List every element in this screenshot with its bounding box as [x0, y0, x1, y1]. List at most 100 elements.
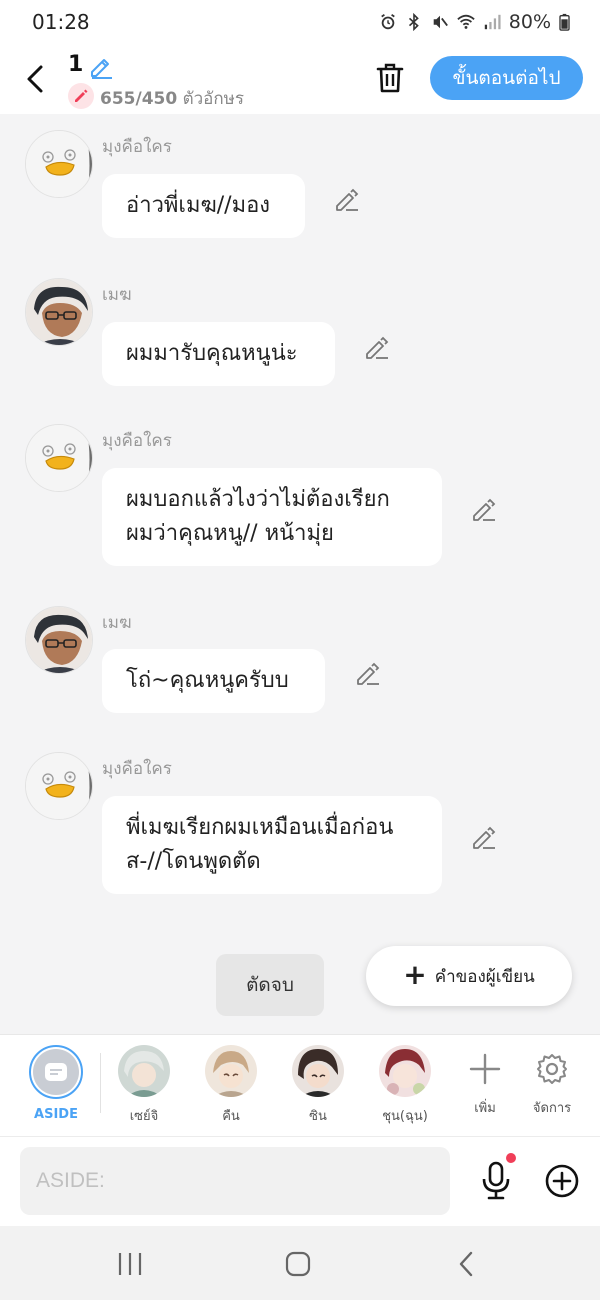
bird-avatar-icon [26, 131, 92, 197]
message-square-icon [45, 1063, 67, 1081]
tray-label: คืน [222, 1109, 240, 1124]
battery-percent: 80% [508, 11, 551, 33]
message-line: พี่เมฆเรียกผมเหมือนเมื่อก่อน [126, 815, 394, 840]
author-note-button[interactable]: + คำของผู้เขียน [366, 946, 572, 1006]
home-icon [285, 1251, 311, 1277]
edit-message-icon[interactable] [471, 824, 497, 850]
system-nav-bar [0, 1226, 600, 1300]
message-bubble[interactable]: โถ่~คุณหนูครับบ [102, 649, 325, 713]
author-note-label: คำของผู้เขียน [434, 966, 535, 987]
character-portrait-icon [379, 1045, 431, 1097]
battery-icon [559, 13, 570, 31]
speaker-name: มุงคือใคร [102, 137, 172, 157]
avatar-mek[interactable] [25, 278, 93, 346]
tray-item-character[interactable]: คืน [191, 1045, 271, 1126]
char-count-badge [68, 83, 94, 109]
character-portrait-icon [292, 1045, 344, 1097]
plus-icon: + [403, 957, 427, 991]
add-content-button[interactable] [540, 1159, 584, 1203]
edit-title-icon[interactable] [88, 53, 114, 79]
mek-avatar-icon [26, 279, 92, 345]
message-input[interactable] [20, 1147, 450, 1215]
aside-avatar [29, 1045, 83, 1099]
message-line: ผมมารับคุณหนูน่ะ [126, 341, 298, 366]
next-step-button[interactable]: ขั้นตอนต่อไป [430, 56, 583, 100]
speaker-name: มุงคือใคร [102, 431, 172, 451]
char-count-unit: ตัวอักษร [182, 89, 245, 109]
avatar-bird[interactable] [25, 424, 93, 492]
char-count-value: 655/450 [100, 89, 178, 109]
gear-icon [532, 1049, 572, 1089]
voice-button[interactable] [476, 1157, 516, 1205]
home-button[interactable] [276, 1242, 320, 1286]
message-bubble[interactable]: อ่าวพี่เมฆ//มอง [102, 174, 305, 238]
speaker-name: มุงคือใคร [102, 759, 172, 779]
bird-avatar-icon [26, 753, 92, 819]
message-line: ผมว่าคุณหนู// หน้ามุ่ย [126, 521, 334, 546]
tray-label: ASIDE [34, 1107, 78, 1122]
back-button[interactable] [18, 59, 52, 99]
plus-circle-icon [545, 1164, 579, 1198]
alarm-icon [380, 14, 395, 30]
character-avatar [205, 1045, 257, 1097]
tray-label: ชุน(ฉุน) [382, 1109, 428, 1124]
tray-label: เซย์จิ [129, 1109, 159, 1124]
char-count: 655/450 ตัวอักษร [100, 85, 244, 112]
trash-icon [376, 63, 404, 93]
nav-back-icon [459, 1251, 473, 1277]
message-bubble[interactable]: ผมมารับคุณหนูน่ะ [102, 322, 335, 386]
tray-item-character[interactable]: ซิน [278, 1045, 358, 1126]
tray-item-aside[interactable]: ASIDE [16, 1045, 96, 1122]
character-portrait-icon [205, 1045, 257, 1097]
status-icons: 80% [379, 11, 570, 33]
wifi-icon [457, 14, 475, 29]
tray-divider [100, 1053, 101, 1113]
message-line: ผมบอกแล้วไงว่าไม่ต้องเรียก [126, 487, 390, 512]
plus-icon [465, 1049, 505, 1089]
tray-item-character[interactable]: ชุน(ฉุน) [365, 1045, 445, 1126]
delete-button[interactable] [372, 58, 408, 98]
edit-message-icon[interactable] [355, 660, 381, 686]
mek-avatar-icon [26, 607, 92, 673]
tray-label: จัดการ [532, 1101, 572, 1116]
message-line: โถ่~คุณหนูครับบ [126, 668, 289, 693]
chat-area: มุงคือใคร อ่าวพี่เมฆ//มอง เมฆ ผมมารับคุณ… [0, 114, 600, 1034]
status-time: 01:28 [32, 10, 90, 34]
character-avatar [118, 1045, 170, 1097]
edit-message-icon[interactable] [471, 496, 497, 522]
message-line: ส-//โดนพูดตัด [126, 849, 261, 874]
chevron-left-icon [27, 65, 43, 93]
character-tray: ASIDE เซย์จิ คืน ซิน ชุน(ฉุน) เพิ่ม จัดก… [0, 1034, 600, 1136]
edit-message-icon[interactable] [364, 334, 390, 360]
tray-item-manage[interactable]: จัดการ [512, 1045, 592, 1118]
bird-avatar-icon [26, 425, 92, 491]
message-bubble[interactable]: ผมบอกแล้วไงว่าไม่ต้องเรียก ผมว่าคุณหนู//… [102, 468, 442, 566]
microphone-icon [482, 1161, 510, 1200]
back-nav-button[interactable] [444, 1242, 488, 1286]
notification-dot [506, 1153, 516, 1163]
editor-header: 1 655/450 ตัวอักษร ขั้นตอนต่อไป [0, 44, 600, 114]
status-bar: 01:28 80% [0, 0, 600, 44]
tray-item-character[interactable]: เซย์จิ [104, 1045, 184, 1126]
character-avatar [379, 1045, 431, 1097]
tray-label: ซิน [309, 1109, 327, 1124]
mute-icon [433, 15, 448, 29]
bluetooth-icon [408, 13, 419, 31]
character-portrait-icon [118, 1045, 170, 1097]
pencil-icon [75, 89, 88, 102]
message-bubble[interactable]: พี่เมฆเรียกผมเหมือนเมื่อก่อน ส-//โดนพูดต… [102, 796, 442, 894]
avatar-bird[interactable] [25, 130, 93, 198]
recent-apps-icon [118, 1253, 142, 1275]
recent-apps-button[interactable] [108, 1242, 152, 1286]
message-line: อ่าวพี่เมฆ//มอง [126, 193, 271, 218]
avatar-bird[interactable] [25, 752, 93, 820]
input-bar [0, 1136, 600, 1226]
character-avatar [292, 1045, 344, 1097]
episode-number: 1 [68, 52, 84, 77]
signal-icon [484, 14, 501, 30]
speaker-name: เมฆ [102, 613, 132, 633]
avatar-mek[interactable] [25, 606, 93, 674]
edit-message-icon[interactable] [334, 186, 360, 212]
end-cut-button[interactable]: ตัดจบ [216, 954, 324, 1016]
speaker-name: เมฆ [102, 285, 132, 305]
